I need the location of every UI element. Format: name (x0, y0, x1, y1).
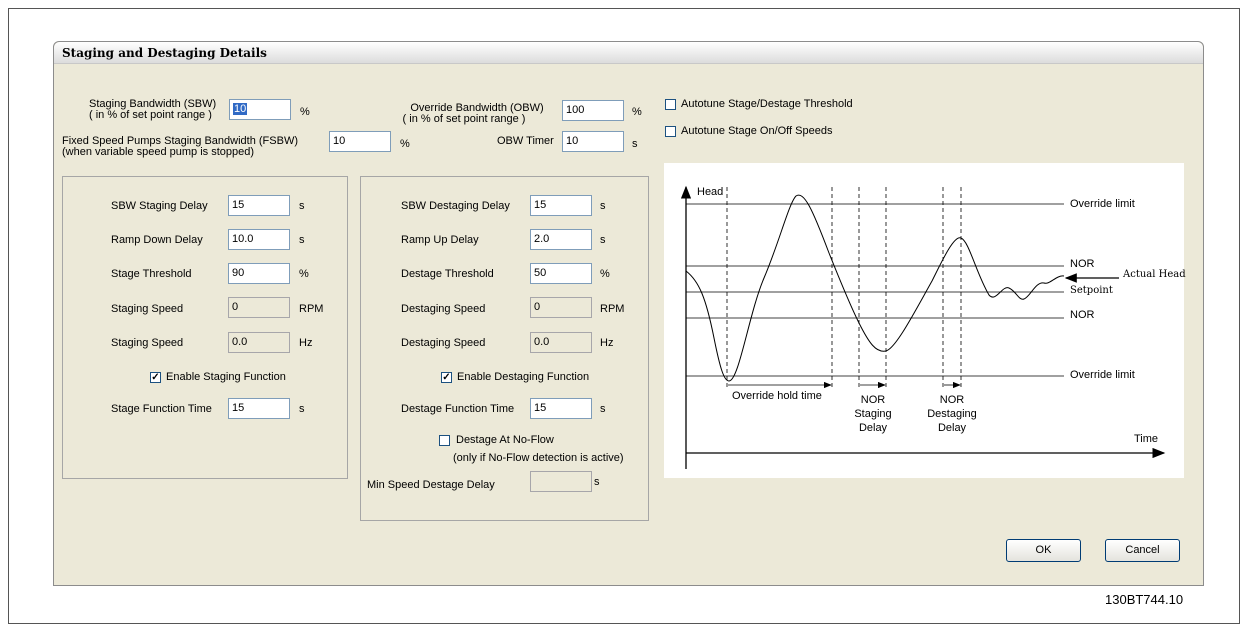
destage-noflow-checkbox[interactable] (439, 435, 450, 446)
staging-speed-hz-unit: Hz (299, 337, 313, 349)
sbw-destaging-delay-input[interactable]: 15 (530, 195, 592, 216)
destaging-speed-rpm-unit: RPM (600, 303, 625, 315)
destage-function-time-label: Destage Function Time (401, 403, 515, 415)
autotune-threshold-label: Autotune Stage/Destage Threshold (681, 98, 853, 110)
sbw-staging-delay-unit: s (299, 200, 305, 212)
actual-head-curve (685, 194, 1065, 382)
ramp-up-delay-input[interactable]: 2.0 (530, 229, 592, 250)
sbw-input[interactable]: 10 (229, 99, 291, 120)
nor-bottom-label: NOR (1070, 309, 1095, 321)
destaging-speed-hz-input: 0.0 (530, 332, 592, 353)
obw-timer-unit: s (632, 138, 638, 150)
destaging-speed-rpm-label: Destaging Speed (401, 303, 486, 315)
destaging-delay-label-3: Delay (937, 422, 967, 434)
stage-threshold-label: Stage Threshold (111, 268, 192, 280)
dialog-window: Staging and Destaging Details Staging Ba… (53, 41, 1204, 586)
destage-noflow-note: (only if No-Flow detection is active) (453, 452, 624, 464)
override-limit-top-label: Override limit (1070, 198, 1135, 210)
ramp-up-delay-label: Ramp Up Delay (401, 234, 479, 246)
stage-function-time-unit: s (299, 403, 305, 415)
staging-diagram: Head Time Override limit NOR Actual Head… (664, 163, 1186, 478)
autotune-speeds-checkbox[interactable] (665, 126, 676, 137)
ramp-up-delay-unit: s (600, 234, 606, 246)
staging-speed-rpm-input: 0 (228, 297, 290, 318)
staging-speed-hz-label: Staging Speed (111, 337, 184, 349)
sbw-unit: % (300, 106, 310, 118)
override-limit-bottom-label: Override limit (1070, 369, 1135, 381)
sbw-staging-delay-label: SBW Staging Delay (111, 200, 208, 212)
sbw-staging-delay-input[interactable]: 15 (228, 195, 290, 216)
stage-function-time-input[interactable]: 15 (228, 398, 290, 419)
destaging-delay-label-1: NOR (939, 394, 965, 406)
enable-destaging-label: Enable Destaging Function (457, 371, 590, 383)
stage-threshold-input[interactable]: 90 (228, 263, 290, 284)
override-hold-time-label: Override hold time (732, 390, 822, 402)
ok-button[interactable]: OK (1006, 539, 1081, 562)
setpoint-label: Setpoint (1070, 285, 1113, 296)
staging-delay-label-3: Delay (858, 422, 888, 434)
destaging-delay-label-2: Destaging (927, 408, 977, 420)
ramp-down-delay-unit: s (299, 234, 305, 246)
staging-speed-rpm-label: Staging Speed (111, 303, 184, 315)
title-bar: Staging and Destaging Details (54, 42, 1203, 64)
destage-noflow-label: Destage At No-Flow (456, 434, 554, 446)
time-label: Time (1134, 433, 1159, 445)
sbw-destaging-delay-label: SBW Destaging Delay (401, 200, 510, 212)
obw-sublabel: ( in % of set point range ) (402, 113, 526, 125)
fsbw-input[interactable]: 10 (329, 131, 391, 152)
staging-delay-label-1: NOR (860, 394, 886, 406)
min-speed-destage-delay-input (530, 471, 592, 492)
destaging-speed-rpm-input: 0 (530, 297, 592, 318)
destage-threshold-label: Destage Threshold (401, 268, 494, 280)
ramp-down-delay-input[interactable]: 10.0 (228, 229, 290, 250)
cancel-button[interactable]: Cancel (1105, 539, 1180, 562)
enable-staging-label: Enable Staging Function (166, 371, 286, 383)
staging-speed-rpm-unit: RPM (299, 303, 324, 315)
destage-function-time-unit: s (600, 403, 606, 415)
destage-threshold-unit: % (600, 268, 610, 280)
delay-markers (726, 187, 962, 388)
obw-unit: % (632, 106, 642, 118)
obw-timer-label: OBW Timer (497, 135, 554, 147)
stage-function-time-label: Stage Function Time (111, 403, 212, 415)
enable-destaging-checkbox[interactable]: ✓ (441, 372, 452, 383)
destage-function-time-input[interactable]: 15 (530, 398, 592, 419)
nor-top-label: NOR (1070, 258, 1095, 270)
min-speed-destage-delay-unit: s (594, 476, 600, 488)
autotune-threshold-checkbox[interactable] (665, 99, 676, 110)
autotune-speeds-label: Autotune Stage On/Off Speeds (681, 125, 833, 137)
obw-input[interactable]: 100 (562, 100, 624, 121)
min-speed-destage-delay-label: Min Speed Destage Delay (367, 479, 495, 491)
destage-threshold-input[interactable]: 50 (530, 263, 592, 284)
stage-threshold-unit: % (299, 268, 309, 280)
destaging-speed-hz-unit: Hz (600, 337, 614, 349)
sbw-sublabel: ( in % of set point range ) (89, 109, 212, 121)
fsbw-sublabel: (when variable speed pump is stopped) (62, 146, 255, 158)
ramp-down-delay-label: Ramp Down Delay (111, 234, 203, 246)
obw-timer-input[interactable]: 10 (562, 131, 624, 152)
staging-speed-hz-input: 0.0 (228, 332, 290, 353)
staging-delay-label-2: Staging (854, 408, 892, 420)
destaging-speed-hz-label: Destaging Speed (401, 337, 486, 349)
staging-group (62, 176, 348, 479)
window-title: Staging and Destaging Details (62, 46, 267, 60)
enable-staging-checkbox[interactable]: ✓ (150, 372, 161, 383)
fsbw-unit: % (400, 138, 410, 150)
actual-head-label: Actual Head (1123, 269, 1186, 280)
sbw-destaging-delay-unit: s (600, 200, 606, 212)
head-label: Head (697, 186, 724, 198)
figure-id: 130BT744.10 (1105, 592, 1184, 607)
